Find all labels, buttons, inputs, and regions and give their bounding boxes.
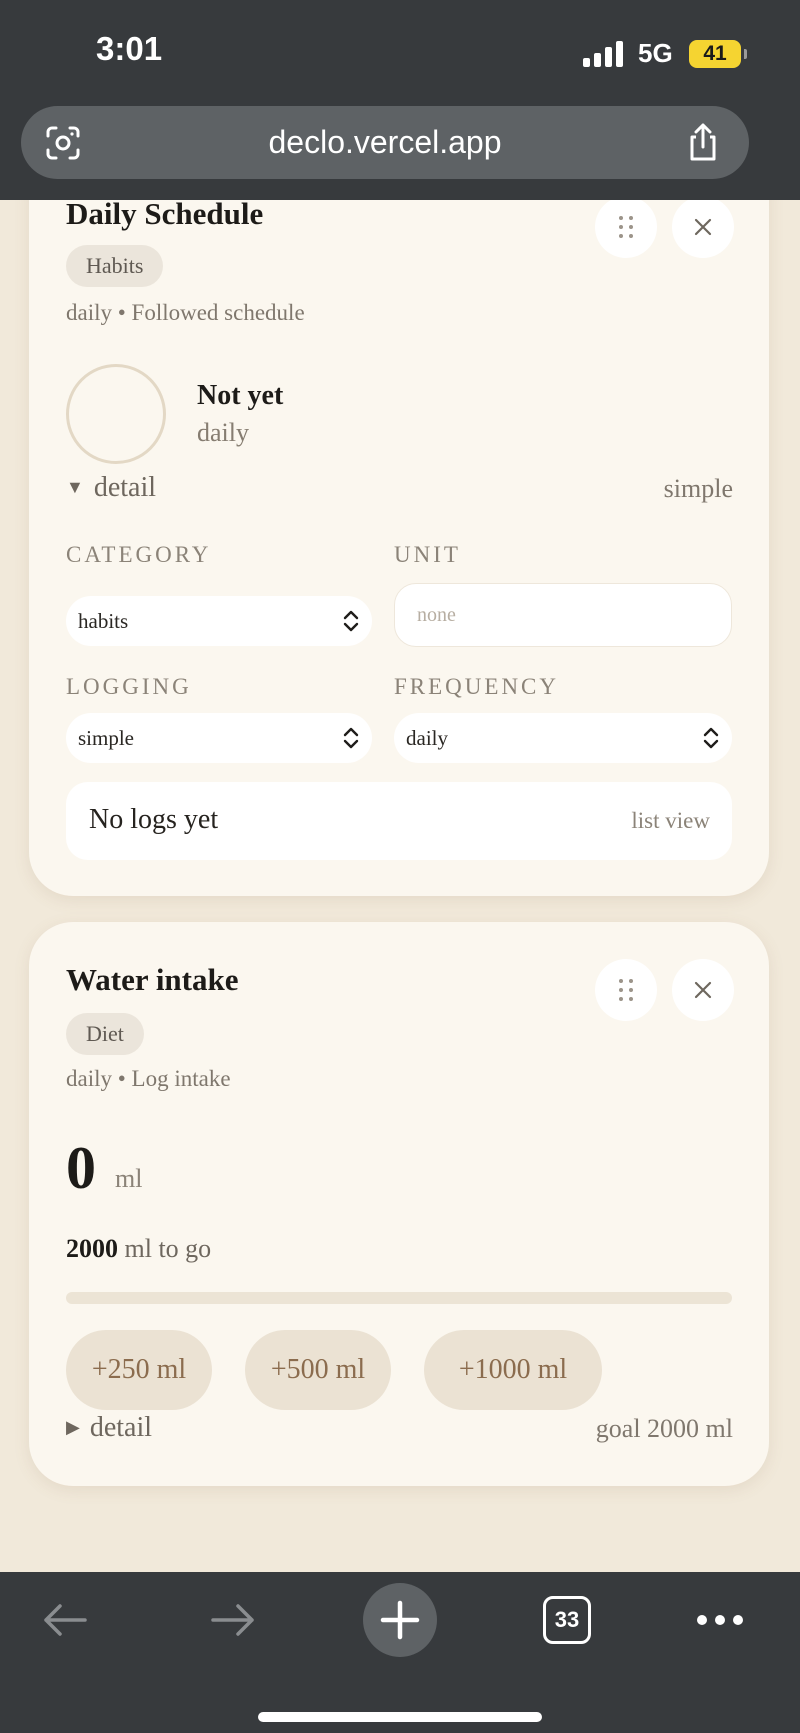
add-1000-button[interactable]: +1000 ml (424, 1330, 602, 1410)
card-meta: daily • Followed schedule (66, 300, 305, 325)
remaining-text: 2000 ml to go (66, 1234, 211, 1264)
detail-toggle-label: detail (89, 1412, 153, 1443)
drag-handle-icon (619, 979, 633, 1001)
list-view-link[interactable]: list view (631, 808, 710, 834)
category-label: CATEGORY (66, 542, 212, 567)
frequency-select-value: daily (406, 726, 448, 750)
chevron-updown-icon (343, 610, 359, 632)
triangle-down-icon: ▼ (66, 477, 84, 497)
drag-handle-button[interactable] (595, 959, 657, 1021)
logging-select[interactable]: simple (66, 713, 372, 763)
share-icon[interactable] (685, 122, 721, 162)
battery-level: 41 (703, 42, 727, 65)
network-type: 5G (638, 38, 673, 68)
card-title: Water intake (66, 962, 239, 997)
card-meta: daily • Log intake (66, 1066, 231, 1091)
category-select-value: habits (78, 609, 129, 633)
tracker-card-daily-schedule: Daily Schedule Habits daily • Followed s… (29, 150, 769, 896)
remaining-label: ml to go (124, 1234, 212, 1263)
status-subtitle: daily (197, 418, 249, 447)
intake-progress-bar (66, 1292, 732, 1304)
logging-mode-note: simple (663, 474, 733, 503)
category-select[interactable]: habits (66, 596, 372, 646)
remove-card-button[interactable] (672, 196, 734, 258)
url-text[interactable]: declo.vercel.app (21, 124, 749, 161)
home-indicator[interactable] (258, 1712, 542, 1722)
goal-text: goal 2000 ml (595, 1414, 733, 1443)
intake-amount: 0 (66, 1135, 96, 1201)
logging-select-value: simple (78, 726, 134, 750)
frequency-select[interactable]: daily (394, 713, 732, 763)
chevron-updown-icon (703, 727, 719, 749)
status-time: 3:01 (96, 30, 163, 67)
remove-card-button[interactable] (672, 959, 734, 1021)
tabs-button[interactable]: 33 (543, 1596, 591, 1644)
add-250-button[interactable]: +250 ml (66, 1330, 212, 1410)
add-500-button[interactable]: +500 ml (245, 1330, 391, 1410)
logs-panel: No logs yet list view (66, 782, 732, 860)
category-tag: Diet (66, 1013, 144, 1055)
browser-top-bar: 3:01 5G 41 declo.vercel.app (0, 0, 800, 200)
drag-handle-icon (619, 216, 633, 238)
signal-icon (583, 41, 625, 67)
logging-label: LOGGING (66, 674, 192, 699)
chevron-updown-icon (343, 727, 359, 749)
detail-toggle[interactable]: ▼ detail (66, 472, 156, 504)
back-arrow-icon[interactable] (42, 1602, 88, 1638)
tracker-card-water-intake: Water intake Diet daily • Log intake 0 m… (29, 922, 769, 1486)
new-tab-button[interactable] (363, 1583, 437, 1657)
detail-toggle[interactable]: ▶ detail (66, 1412, 152, 1444)
logs-empty-text: No logs yet (89, 804, 219, 835)
detail-toggle-label: detail (93, 472, 157, 503)
triangle-right-icon: ▶ (66, 1417, 80, 1437)
plus-icon (380, 1600, 420, 1640)
more-icon[interactable] (696, 1614, 744, 1626)
unit-input[interactable]: none (394, 583, 732, 647)
close-icon (694, 981, 712, 999)
close-icon (694, 218, 712, 236)
status-title: Not yet (197, 380, 284, 411)
intake-unit: ml (115, 1164, 143, 1193)
forward-arrow-icon[interactable] (210, 1602, 256, 1638)
address-bar[interactable]: declo.vercel.app (21, 106, 749, 179)
browser-bottom-toolbar: 33 (0, 1572, 800, 1733)
remaining-value: 2000 (66, 1234, 118, 1263)
completion-ring[interactable] (66, 364, 166, 464)
card-title: Daily Schedule (66, 196, 264, 231)
battery-icon: 41 (689, 40, 747, 68)
category-tag: Habits (66, 245, 164, 287)
frequency-label: FREQUENCY (394, 674, 560, 699)
drag-handle-button[interactable] (595, 196, 657, 258)
unit-label: UNIT (394, 542, 461, 567)
